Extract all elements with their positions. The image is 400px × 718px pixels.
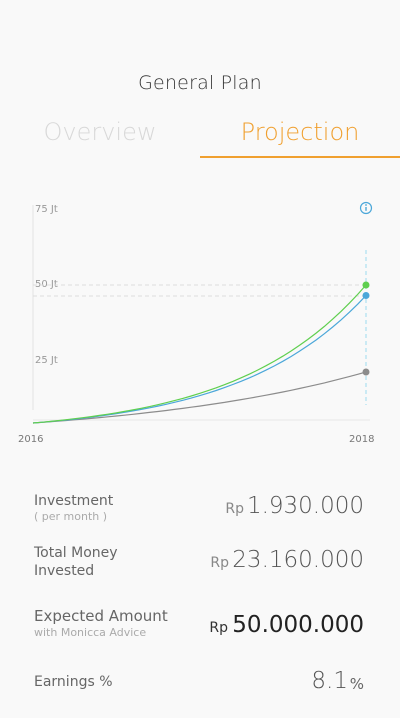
y-tick-75: 75 Jt — [35, 204, 58, 215]
expected-amount-row: Expected Amount with Monicca Advice Rp 5… — [0, 607, 400, 657]
series-line-blue — [32, 295, 367, 424]
expected-amount-value: 50.000.000 — [232, 612, 364, 638]
x-tick-2018: 2018 — [349, 434, 374, 445]
tab-overview[interactable]: Overview — [0, 118, 200, 146]
total-invested-label-1: Total Money — [34, 545, 118, 561]
projection-chart: 75 Jt 50 Jt 25 Jt 2016 2018 — [18, 201, 374, 445]
x-tick-2016: 2016 — [18, 434, 43, 445]
page-title: General Plan — [138, 72, 262, 94]
active-tab-indicator — [200, 156, 400, 158]
investment-label: Investment — [34, 493, 114, 509]
expected-amount-sublabel: with Monicca Advice — [34, 626, 147, 639]
series-point-gray — [362, 368, 370, 376]
earnings-value: 8.1 — [311, 668, 348, 694]
total-invested-currency: Rp — [210, 555, 229, 571]
earnings-unit: % — [349, 675, 364, 693]
earnings-label: Earnings % — [34, 674, 113, 690]
investment-value: 1.930.000 — [246, 493, 364, 519]
total-invested-row: Total Money Invested Rp 23.160.000 — [0, 544, 400, 594]
info-icon[interactable] — [359, 201, 373, 215]
total-invested-label-2: Invested — [34, 563, 95, 579]
investment-row: Investment ( per month ) Rp 1.930.000 — [0, 490, 400, 540]
series-line-green — [32, 284, 367, 424]
investment-sublabel: ( per month ) — [34, 510, 108, 523]
series-line-gray — [32, 371, 367, 424]
expected-amount-currency: Rp — [209, 620, 228, 636]
total-invested-value: 23.160.000 — [232, 547, 364, 573]
y-tick-25: 25 Jt — [35, 355, 58, 366]
tab-bar: Overview Projection — [0, 118, 400, 160]
tab-projection[interactable]: Projection — [200, 118, 400, 146]
investment-currency: Rp — [225, 501, 244, 517]
series-point-green — [362, 281, 370, 289]
series-point-blue — [362, 292, 370, 299]
expected-amount-label: Expected Amount — [34, 607, 168, 625]
